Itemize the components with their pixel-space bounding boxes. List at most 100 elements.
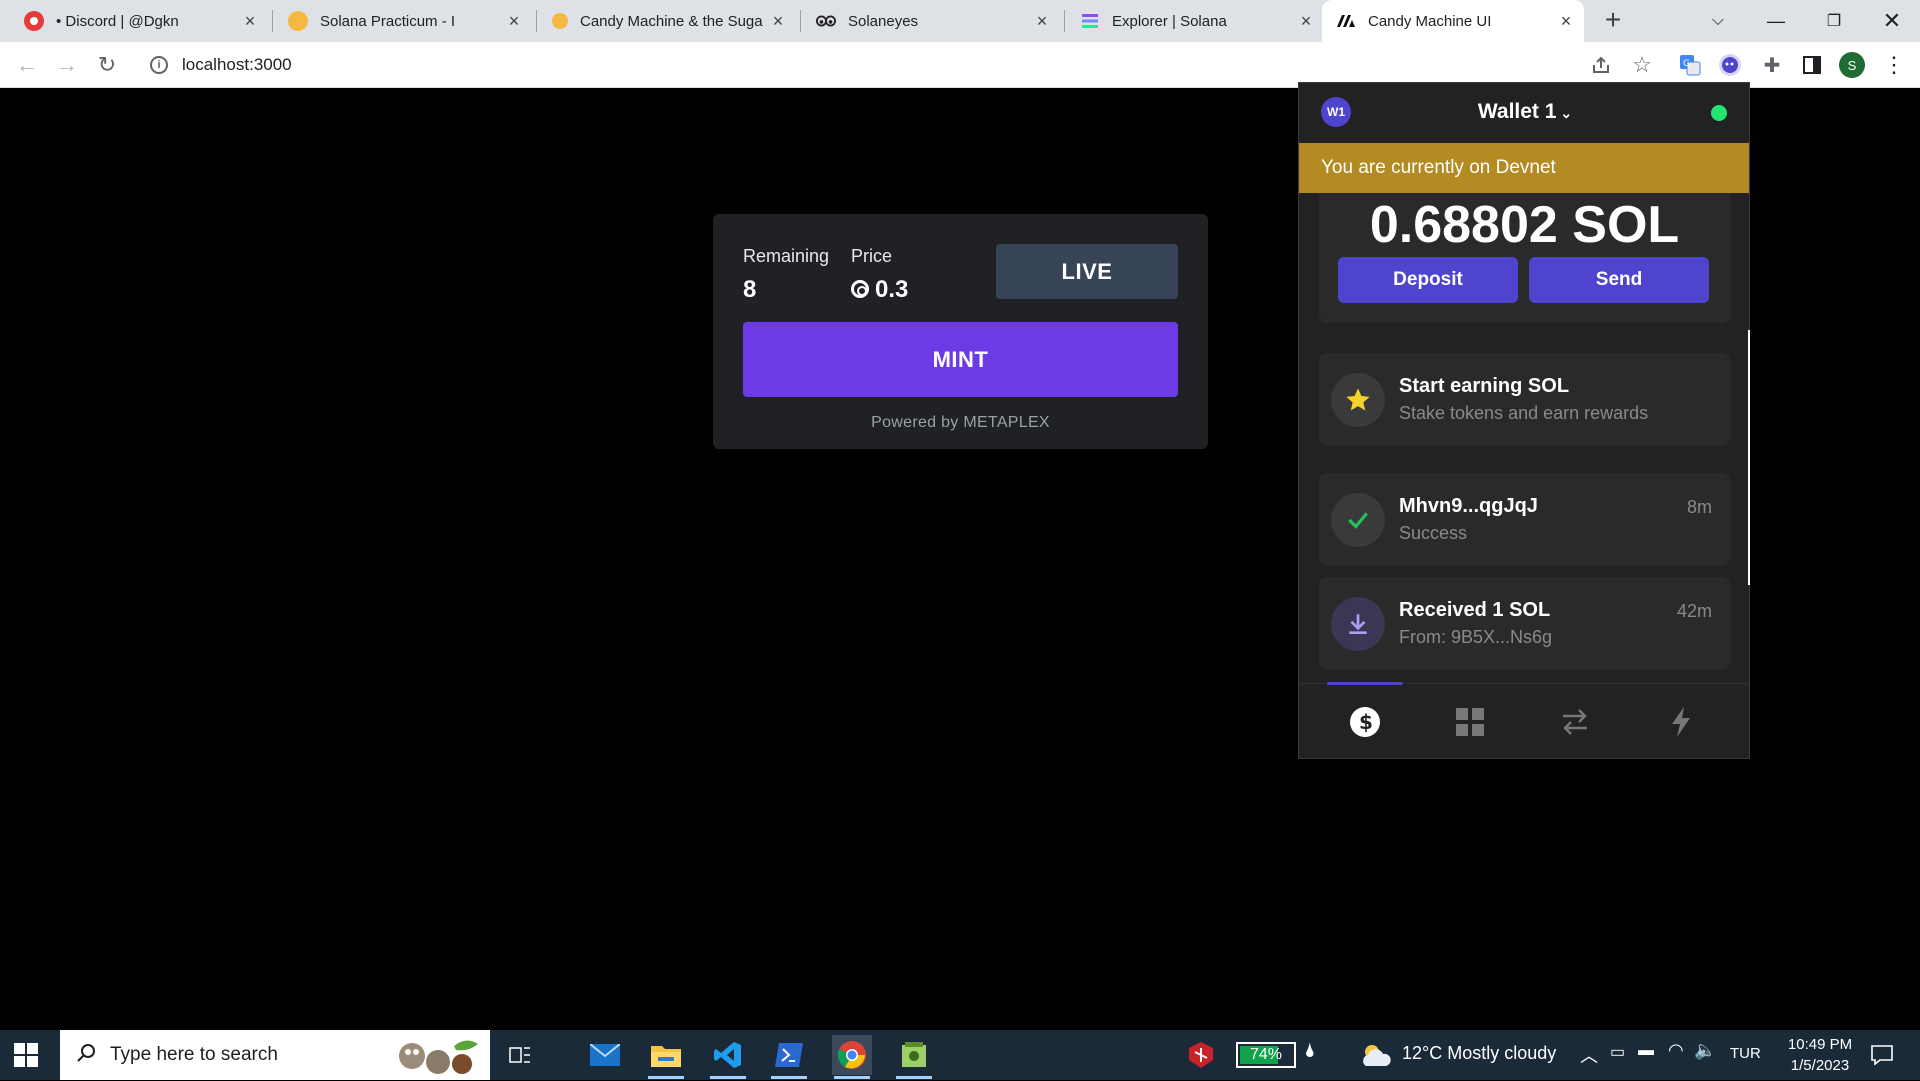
wallet-header: W1 Wallet 1 ⌄ (1299, 83, 1749, 143)
close-icon[interactable]: × (502, 11, 526, 32)
deposit-button[interactable]: Deposit (1338, 257, 1518, 303)
mail-app-icon[interactable] (585, 1035, 625, 1075)
weather-cloud-icon[interactable] (1356, 1035, 1396, 1075)
connection-status-dot (1711, 105, 1727, 121)
stake-promo-item[interactable]: Start earning SOL Stake tokens and earn … (1319, 353, 1730, 446)
tab-candy-machine-ui[interactable]: Candy Machine UI × (1322, 0, 1584, 42)
extensions-puzzle-icon[interactable]: ✚ (1758, 51, 1786, 79)
tab-title: Candy Machine UI (1368, 12, 1492, 30)
item-time: 42m (1676, 601, 1712, 621)
security-app-icon[interactable] (1181, 1035, 1221, 1075)
restore-button[interactable]: ❐ (1806, 0, 1862, 42)
window-close-button[interactable]: ✕ (1864, 0, 1920, 42)
site-info-icon[interactable]: i (150, 56, 168, 74)
terminal-icon[interactable] (769, 1035, 809, 1079)
show-hidden-icons-chevron-icon[interactable]: ︿ (1580, 1042, 1598, 1068)
tab-divider (1064, 10, 1065, 32)
close-icon[interactable]: × (238, 11, 262, 32)
item-time: 8m (1686, 497, 1712, 517)
tab-explorer-solana[interactable]: Explorer | Solana × (1066, 0, 1324, 42)
discord-favicon-icon (24, 11, 44, 31)
taskbar-clock[interactable]: 10:49 PM 1/5/2023 (1770, 1034, 1870, 1076)
remaining-label: Remaining (743, 246, 830, 266)
tab-search-chevron-icon[interactable]: ⌵ (1690, 0, 1746, 42)
download-icon (1331, 597, 1385, 651)
more-menu-icon[interactable]: ⋮ (1880, 51, 1908, 79)
volume-icon[interactable]: 🔈 (1694, 1040, 1716, 1061)
address-bar[interactable]: i localhost:3000 (138, 47, 1618, 83)
item-subtitle: From: 9B5X...Ns6g (1399, 627, 1553, 647)
svg-text:$: $ (1359, 710, 1373, 734)
tab-solaneyes[interactable]: Solaneyes × (802, 0, 1060, 42)
side-panel-icon[interactable] (1798, 51, 1826, 79)
battery-indicator[interactable]: 74% (1236, 1042, 1296, 1068)
bookmark-star-icon[interactable]: ☆ (1628, 51, 1656, 79)
candy-machine-card: Remaining 8 Price 0.3 LIVE MINT Powered … (713, 214, 1208, 449)
swap-arrows-icon[interactable] (1557, 704, 1593, 740)
tab-candy-machine-sugar[interactable]: Candy Machine & the Suga × (538, 0, 796, 42)
vscode-icon[interactable] (708, 1035, 748, 1079)
wallet-balance: 0.68802 SOL (1369, 196, 1680, 254)
tab-discord[interactable]: • Discord | @Dgkn × (10, 0, 268, 42)
weather-text[interactable]: 12°C Mostly cloudy (1402, 1043, 1556, 1064)
chevron-down-icon: ⌄ (1560, 105, 1573, 121)
new-tab-button[interactable]: + (1598, 6, 1628, 36)
collectibles-grid-icon[interactable] (1452, 704, 1488, 740)
sun-favicon-icon (552, 13, 568, 29)
meet-now-icon[interactable]: ▭ (1610, 1042, 1625, 1062)
activity-item[interactable]: Received 1 SOL From: 9B5X...Ns6g 42m (1319, 577, 1730, 670)
close-icon[interactable]: × (1030, 11, 1054, 32)
back-arrow-icon[interactable]: ← (12, 50, 42, 80)
close-icon[interactable]: × (1294, 11, 1318, 32)
tab-title: Solaneyes (848, 12, 919, 30)
clock-time: 10:49 PM (1787, 1036, 1853, 1053)
file-explorer-icon[interactable] (646, 1035, 686, 1079)
price-value: 0.3 (875, 276, 909, 303)
activity-item[interactable]: Mhvn9...qgJqJ Success 8m (1319, 473, 1730, 566)
sun-favicon-icon (288, 11, 308, 31)
battery-tray-icon[interactable]: ▬ (1638, 1042, 1654, 1060)
close-icon[interactable]: × (766, 11, 790, 32)
wifi-icon[interactable]: ◠ (1668, 1040, 1684, 1061)
tab-divider (800, 10, 801, 32)
mint-button[interactable]: MINT (743, 322, 1178, 397)
close-icon[interactable]: × (1554, 11, 1578, 32)
windows-start-icon[interactable] (14, 1043, 38, 1067)
chrome-icon[interactable] (832, 1035, 872, 1079)
network-banner: You are currently on Devnet (1299, 143, 1749, 193)
eyes-favicon-icon (816, 11, 836, 31)
active-tab-indicator (1327, 682, 1403, 685)
tab-divider (536, 10, 537, 32)
profile-avatar[interactable]: S (1838, 51, 1866, 79)
minimize-button[interactable]: — (1748, 0, 1804, 42)
star-icon (1331, 373, 1385, 427)
browser-tab-strip: • Discord | @Dgkn × Solana Practicum - I… (0, 0, 1920, 42)
translate-extension-icon[interactable]: G (1676, 51, 1704, 79)
powered-by-text: Powered by METAPLEX (871, 414, 1050, 431)
share-icon[interactable] (1587, 51, 1615, 79)
wallet-selector[interactable]: Wallet 1 ⌄ (1299, 100, 1749, 124)
send-button[interactable]: Send (1529, 257, 1709, 303)
item-subtitle: Success (1399, 523, 1468, 543)
taskbar-search-box[interactable]: Type here to search (60, 1030, 490, 1080)
live-status-button[interactable]: LIVE (996, 244, 1178, 299)
dollar-icon[interactable]: $ (1347, 704, 1383, 740)
tab-solana-practicum[interactable]: Solana Practicum - I × (274, 0, 532, 42)
wallet-scrollbar-edge (1748, 330, 1750, 585)
tab-title: Solana Practicum - I (320, 12, 456, 30)
tab-title: Candy Machine & the Suga (580, 12, 763, 30)
reload-icon[interactable]: ↻ (92, 50, 122, 80)
lightning-icon[interactable] (1663, 704, 1699, 740)
notifications-icon[interactable] (1862, 1035, 1902, 1075)
remaining-value: 8 (743, 276, 757, 303)
tab-divider (272, 10, 273, 32)
wallet-bottom-nav: $ (1299, 682, 1749, 758)
task-view-icon[interactable] (500, 1035, 540, 1075)
language-indicator[interactable]: TUR (1730, 1045, 1761, 1062)
notepad-app-icon[interactable] (894, 1035, 934, 1079)
battery-percent: 74% (1249, 1046, 1283, 1063)
phantom-extension-icon[interactable] (1716, 51, 1744, 79)
windows-taskbar: Type here to search 74% 🌢 12°C Mostly cl… (0, 1030, 1920, 1080)
item-title: Start earning SOL (1399, 375, 1570, 397)
forward-arrow-icon[interactable]: → (52, 50, 82, 80)
